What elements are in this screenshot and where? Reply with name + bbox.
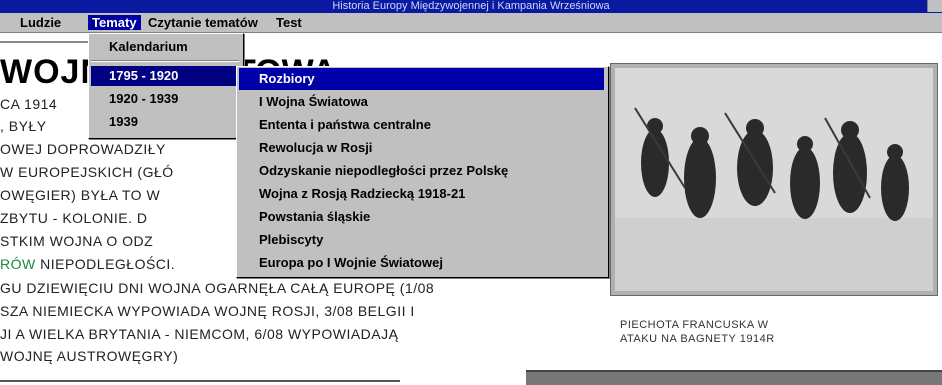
submenu-item-wojna-z-rosja[interactable]: Wojna z Rosją Radziecką 1918-21 (239, 183, 604, 205)
menu-tematy[interactable]: Tematy (88, 15, 141, 30)
menu-item-1920-1939[interactable]: 1920 - 1939 (91, 89, 239, 109)
menu-czytanie-tematow[interactable]: Czytanie tematów (144, 15, 262, 30)
article-line: RÓW NIEPODLEGŁOŚCI. (0, 253, 175, 275)
tematy-dropdown: Kalendarium 1795 - 1920 1920 - 1939 1939 (88, 33, 244, 139)
menu-item-1795-1920[interactable]: 1795 - 1920 (91, 66, 239, 86)
menu-item-kalendarium[interactable]: Kalendarium (91, 37, 239, 57)
submenu-item-plebiscyty[interactable]: Plebiscyty (239, 229, 604, 251)
photo-illustration (615, 68, 933, 291)
article-line: , BYŁY (0, 118, 47, 134)
article-line: WOJNĘ AUSTROWĘGRY) (0, 348, 179, 364)
submenu-item-ententa[interactable]: Ententa i państwa centralne (239, 114, 604, 136)
article-line: W EUROPEJSKICH (GŁÓ (0, 164, 174, 180)
submenu-item-rozbiory[interactable]: Rozbiory (239, 68, 604, 90)
photo-caption-line: PIECHOTA FRANCUSKA W (620, 319, 769, 331)
article-line-text: NIEPODLEGŁOŚCI. (35, 256, 176, 272)
photo-caption: PIECHOTA FRANCUSKA W ATAKU NA BAGNETY 19… (620, 318, 775, 346)
bottom-divider (0, 380, 400, 382)
article-line: CA 1914 (0, 96, 58, 112)
submenu-item-powstania-slaskie[interactable]: Powstania śląskie (239, 206, 604, 228)
article-line: JI A WIELKA BRYTANIA - NIEMCOM, 6/08 WYP… (0, 326, 399, 342)
menu-separator (91, 60, 239, 62)
window-title: Historia Europy Międzywojennej i Kampani… (332, 0, 610, 12)
window-control-button[interactable] (927, 0, 942, 12)
submenu-item-i-wojna-swiatowa[interactable]: I Wojna Światowa (239, 91, 604, 113)
submenu-item-europa-po-i-wojnie[interactable]: Europa po I Wojnie Światowej (239, 252, 604, 274)
menu-item-1939[interactable]: 1939 (91, 112, 239, 132)
article-line: OWEJ DOPROWADZIŁY (0, 141, 166, 157)
submenu-item-rewolucja-w-rosji[interactable]: Rewolucja w Rosji (239, 137, 604, 159)
article-line: SZA NIEMIECKA WYPOWIADA WOJNĘ ROSJI, 3/0… (0, 303, 415, 319)
photo-image (615, 68, 933, 291)
article-line: OWĘGIER) BYŁA TO W (0, 187, 161, 203)
window-title-bar: Historia Europy Międzywojennej i Kampani… (0, 0, 942, 13)
highlighted-word[interactable]: RÓW (0, 256, 36, 272)
menu-bar: Ludzie Tematy Czytanie tematów Test (0, 13, 942, 33)
article-line: STKIM WOJNA O ODZ (0, 233, 154, 249)
photo-caption-line: ATAKU NA BAGNETY 1914R (620, 333, 775, 345)
article-line: ZBYTU - KOLONIE. D (0, 210, 148, 226)
tematy-submenu: Rozbiory I Wojna Światowa Ententa i pańs… (236, 66, 609, 278)
menu-ludzie[interactable]: Ludzie (16, 15, 65, 30)
article-line: GU DZIEWIĘCIU DNI WOJNA OGARNĘŁA CAŁĄ EU… (0, 280, 435, 296)
photo-frame (610, 63, 938, 296)
submenu-item-odzyskanie-niepodleglosci[interactable]: Odzyskanie niepodległości przez Polskę (239, 160, 604, 182)
menu-test[interactable]: Test (272, 15, 306, 30)
